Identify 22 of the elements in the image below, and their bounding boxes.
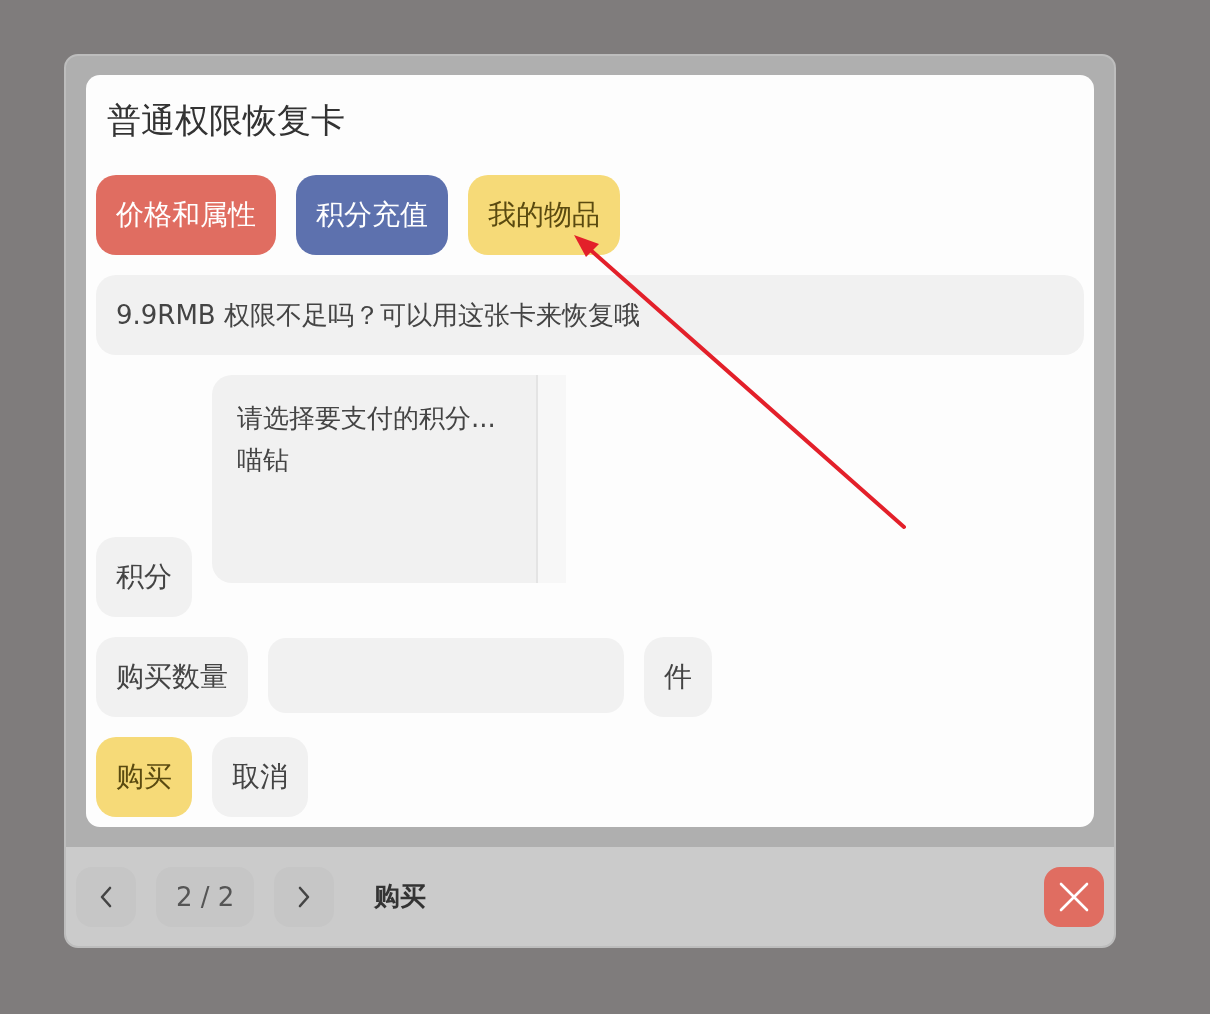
tab[interactable]: 价格和属性 [96, 175, 276, 255]
previous-button[interactable] [76, 866, 136, 927]
buy-button[interactable]: 购买 [96, 737, 192, 817]
scrollbar[interactable] [536, 375, 566, 583]
notice-text: 9.9RMB 权限不足吗？可以用这张卡来恢复哦 [96, 275, 1084, 355]
listbox-option[interactable]: 喵钻 [237, 439, 289, 481]
field-label: 积分 [96, 537, 192, 617]
listbox-placeholder: 请选择要支付的积分... [237, 402, 497, 435]
tab[interactable]: 我的物品 [468, 175, 620, 255]
unit-label: 件 [644, 637, 712, 717]
chevron-left-icon [99, 884, 113, 909]
cancel-button[interactable]: 取消 [212, 737, 308, 817]
points-listbox[interactable]: 请选择要支付的积分... 喵钻 [212, 375, 566, 583]
tab[interactable]: 积分充值 [296, 175, 448, 255]
footer-title: 购买 [374, 880, 427, 913]
close-icon [1059, 881, 1089, 912]
dialog-title: 普通权限恢复卡 [107, 99, 346, 142]
page-indicator: 2 / 2 [156, 866, 255, 927]
chevron-right-icon [297, 884, 312, 909]
next-button[interactable] [274, 866, 335, 927]
field-label: 购买数量 [96, 637, 248, 717]
close-button[interactable] [1044, 866, 1104, 927]
